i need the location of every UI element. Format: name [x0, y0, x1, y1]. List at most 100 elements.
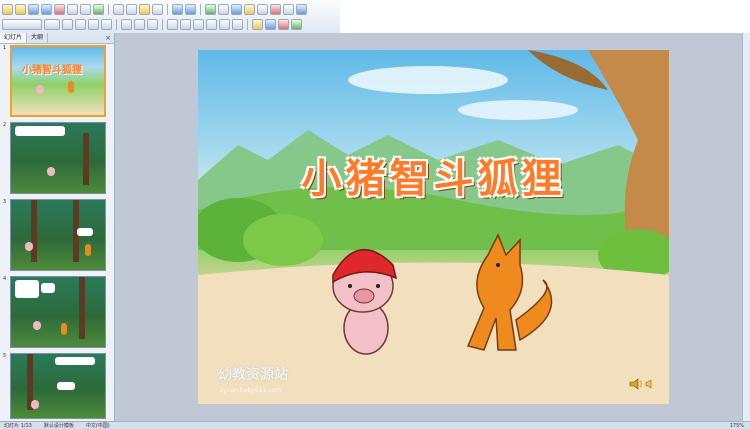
slide-thumbnail-image	[10, 276, 106, 348]
align-left-icon[interactable]	[121, 18, 132, 30]
help-icon[interactable]	[296, 3, 307, 15]
pig-figure	[33, 321, 41, 330]
pig-eye	[376, 284, 380, 288]
insert-chart-icon[interactable]	[205, 3, 216, 15]
slide-thumbnail-image	[10, 353, 106, 419]
copy-icon[interactable]	[126, 3, 137, 15]
spelling-icon[interactable]	[93, 3, 104, 15]
slides-pane: 幻灯片 大纲 × 1 小猪智斗狐狸 2 3 4 5	[0, 33, 115, 421]
thumb-text-box	[55, 357, 95, 365]
cut-icon[interactable]	[113, 3, 124, 15]
slide-thumbnail-image	[10, 199, 106, 271]
pig-figure	[36, 85, 44, 94]
speech-bubble	[41, 283, 55, 293]
increase-indent-icon[interactable]	[232, 18, 243, 30]
speech-bubble	[57, 382, 75, 390]
speaker-icon-svg	[629, 378, 652, 390]
thumb-text-box	[15, 126, 65, 136]
fox-eye	[496, 263, 500, 267]
current-slide[interactable]: 小猪智斗狐狸 幼教资源站 zyuan.baby611.com	[198, 50, 669, 404]
fox-figure	[61, 323, 67, 335]
tables-icon[interactable]	[231, 3, 242, 15]
design-icon[interactable]	[265, 18, 276, 30]
status-zoom[interactable]: 175%	[730, 423, 744, 429]
undo-icon[interactable]	[172, 3, 183, 15]
numbering-icon[interactable]	[167, 18, 178, 30]
decrease-indent-icon[interactable]	[219, 18, 230, 30]
separator	[167, 3, 168, 15]
close-icon[interactable]: ×	[105, 34, 111, 42]
slide-thumbnail-1[interactable]: 1 小猪智斗狐狸	[3, 45, 111, 121]
slide-thumbnail-image	[10, 122, 106, 194]
slide-number: 4	[3, 276, 7, 282]
pig-figure	[47, 167, 55, 176]
grid-icon[interactable]	[257, 3, 268, 15]
separator	[247, 18, 248, 30]
zoom-icon[interactable]	[283, 3, 294, 15]
email-icon[interactable]	[54, 3, 65, 15]
status-theme: 默认设计模板	[43, 423, 74, 429]
save-icon[interactable]	[28, 3, 39, 15]
thumb-background	[12, 47, 104, 115]
align-right-icon[interactable]	[147, 18, 158, 30]
status-bar: 幻灯片 1/13 默认设计模板 中文(中国) 175%	[0, 421, 750, 429]
fox-figure	[68, 81, 74, 93]
slide-number: 3	[3, 199, 7, 205]
slide-thumbnail-2[interactable]: 2	[3, 122, 111, 198]
bullets-icon[interactable]	[180, 18, 191, 30]
color-icon[interactable]	[270, 3, 281, 15]
open-icon[interactable]	[15, 3, 26, 15]
toolbar-blank-area	[340, 0, 750, 33]
speaker-icon[interactable]	[629, 378, 655, 390]
thumb-title: 小猪智斗狐狸	[22, 65, 82, 76]
decrease-font-icon[interactable]	[206, 18, 217, 30]
paste-icon[interactable]	[139, 3, 150, 15]
format-painter-icon[interactable]	[152, 3, 163, 15]
slide-thumbnail-4[interactable]: 4	[3, 276, 111, 352]
font-name-select[interactable]	[2, 18, 42, 30]
underline-icon[interactable]	[88, 18, 99, 30]
permission-icon[interactable]	[41, 3, 52, 15]
slide-thumbnail-3[interactable]: 3	[3, 199, 111, 275]
slide-editor: 小猪智斗狐狸 幼教资源站 zyuan.baby611.com	[115, 33, 750, 421]
font-size-select[interactable]	[44, 18, 60, 30]
watermark-logo: 幼教资源站	[218, 367, 288, 383]
new-slide-button-icon[interactable]	[291, 18, 302, 30]
separator	[200, 3, 201, 15]
tree-trunk	[83, 133, 89, 185]
tree-trunk	[79, 277, 85, 339]
status-language: 中文(中国)	[85, 423, 110, 429]
pig-snout	[353, 288, 375, 304]
tab-slides[interactable]: 幻灯片	[0, 33, 28, 43]
toolbar-row-standard	[2, 2, 307, 16]
print-icon[interactable]	[67, 3, 78, 15]
shadow-icon[interactable]	[101, 18, 112, 30]
tree-trunk	[31, 200, 37, 262]
font-color-icon[interactable]	[252, 18, 263, 30]
bold-icon[interactable]	[62, 18, 73, 30]
tab-outline[interactable]: 大纲	[27, 33, 49, 43]
slide-thumbnail-image: 小猪智斗狐狸	[10, 45, 106, 117]
align-center-icon[interactable]	[134, 18, 145, 30]
pig-figure	[31, 400, 39, 409]
separator	[162, 18, 163, 30]
slides-pane-tabs: 幻灯片 大纲 ×	[0, 33, 114, 44]
increase-font-icon[interactable]	[193, 18, 204, 30]
print-preview-icon[interactable]	[80, 3, 91, 15]
fox-figure	[85, 244, 91, 256]
slide-thumbnail-5[interactable]: 5	[3, 353, 111, 429]
slide-title[interactable]: 小猪智斗狐狸	[198, 146, 669, 204]
new-icon[interactable]	[2, 3, 13, 15]
new-slide-icon[interactable]	[244, 3, 255, 15]
slide-layout-icon[interactable]	[278, 18, 289, 30]
cloud	[458, 100, 578, 120]
insert-table-icon[interactable]	[218, 3, 229, 15]
speech-bubble	[77, 228, 93, 236]
vertical-scrollbar[interactable]	[742, 33, 750, 421]
bush	[243, 214, 323, 266]
watermark-url: zyuan.baby611.com	[220, 387, 281, 394]
redo-icon[interactable]	[185, 3, 196, 15]
toolbar	[0, 0, 750, 34]
slide-artwork	[198, 50, 669, 404]
italic-icon[interactable]	[75, 18, 86, 30]
